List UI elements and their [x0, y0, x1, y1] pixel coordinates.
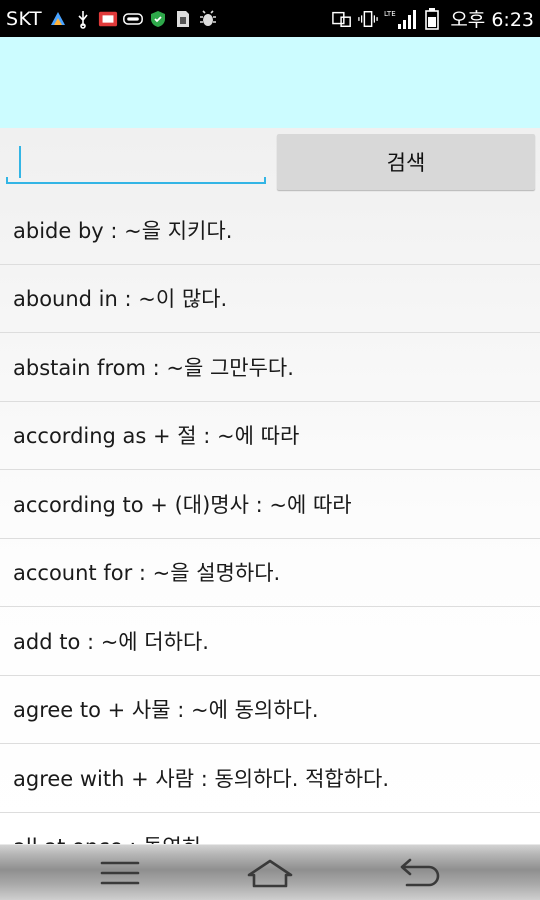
word-item[interactable]: all at once : 돌연히 [0, 813, 540, 844]
screen-mirroring-icon [332, 9, 352, 29]
home-icon [247, 859, 293, 888]
security-shield-icon [148, 9, 168, 29]
home-button[interactable] [235, 851, 305, 895]
menu-icon [100, 861, 140, 885]
navigation-bar [0, 844, 540, 900]
app-notification-icon [48, 9, 68, 29]
back-icon [400, 858, 440, 887]
search-row: 검색 [0, 128, 540, 196]
word-item[interactable]: agree with + 사람 : 동의하다. 적합하다. [0, 744, 540, 813]
screen: SKT LTE 오후 6:23 검색 abide by: ~을 지키다. ab… [0, 0, 540, 900]
status-clock: 오후 6:23 [450, 9, 534, 31]
debug-bug-icon [198, 9, 218, 29]
search-button[interactable]: 검색 [277, 134, 535, 190]
lte-signal-icon: LTE [384, 9, 418, 29]
word-item[interactable]: according to + (대)명사 : ~에 따라 [0, 470, 540, 539]
word-item[interactable]: abstain from : ~을 그만두다. [0, 333, 540, 402]
word-item[interactable]: abide by : ~을 지키다. [0, 196, 540, 265]
back-button[interactable] [385, 851, 455, 895]
text-cursor [19, 146, 21, 178]
word-item[interactable]: abound in : ~이 많다. [0, 265, 540, 333]
battery-icon [424, 7, 440, 30]
usb-icon [73, 9, 93, 29]
sim-card-icon [173, 9, 193, 29]
header-band [0, 37, 540, 128]
carrier-label: SKT [6, 7, 43, 30]
word-item[interactable]: add to : ~에 더하다. [0, 607, 540, 676]
status-bar: SKT LTE 오후 6:23 [0, 0, 540, 37]
vibrate-icon [358, 9, 379, 29]
main-content: 검색 abide by : ~을 지키다. abound in : ~이 많다.… [0, 128, 540, 844]
search-input[interactable] [6, 140, 266, 186]
word-item[interactable]: account for : ~을 설명하다. [0, 539, 540, 607]
search-input-underline [6, 177, 266, 184]
menu-button[interactable] [85, 851, 155, 895]
svg-text:LTE: LTE [384, 10, 396, 18]
notification-icons [48, 9, 218, 29]
system-icons: LTE 오후 6:23 [332, 5, 534, 32]
word-list: abide by : ~을 지키다. abound in : ~이 많다. ab… [0, 196, 540, 844]
screen-capture-icon [98, 9, 118, 29]
word-item[interactable]: according as + 절 : ~에 따라 [0, 402, 540, 470]
word-item[interactable]: agree to + 사물 : ~에 동의하다. [0, 676, 540, 744]
battery-saver-icon [123, 9, 144, 29]
